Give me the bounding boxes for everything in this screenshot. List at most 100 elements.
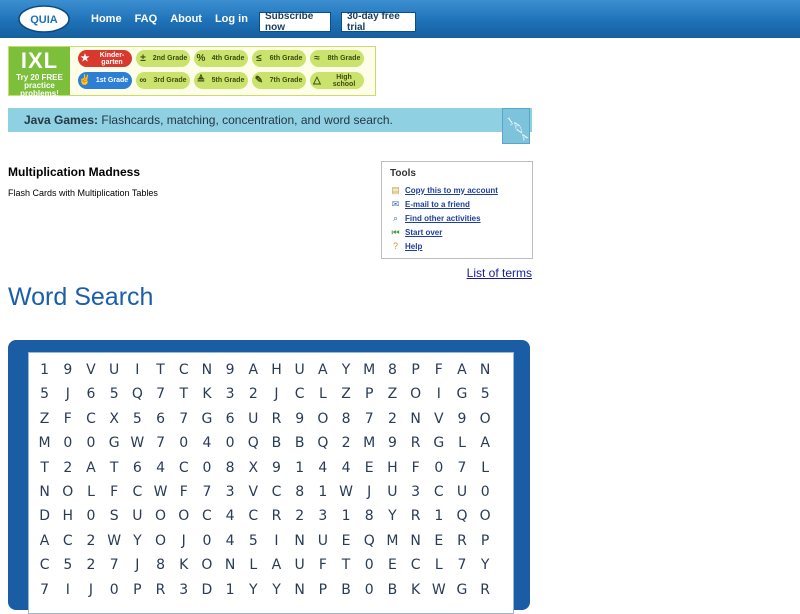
grid-cell[interactable]: R: [149, 578, 172, 602]
grid-cell[interactable]: N: [33, 480, 56, 504]
grid-cell[interactable]: P: [474, 529, 497, 553]
grid-cell[interactable]: X: [103, 407, 126, 431]
grid-cell[interactable]: 4: [219, 529, 242, 553]
grid-cell[interactable]: J: [358, 480, 381, 504]
grid-cell[interactable]: 7: [450, 553, 473, 577]
grid-cell[interactable]: 7: [450, 456, 473, 480]
grid-cell[interactable]: 5: [242, 529, 265, 553]
grid-cell[interactable]: H: [56, 504, 79, 528]
grid-cell[interactable]: 0: [79, 504, 102, 528]
grid-cell[interactable]: R: [265, 504, 288, 528]
grid-cell[interactable]: U: [311, 529, 334, 553]
grid-cell[interactable]: 3: [404, 480, 427, 504]
grid-cell[interactable]: W: [334, 480, 357, 504]
grid-cell[interactable]: 9: [265, 456, 288, 480]
grid-cell[interactable]: Q: [126, 382, 149, 406]
grid-cell[interactable]: I: [265, 529, 288, 553]
grid-cell[interactable]: R: [265, 407, 288, 431]
grid-cell[interactable]: 1: [33, 358, 56, 382]
grid-cell[interactable]: L: [79, 480, 102, 504]
grid-cell[interactable]: P: [126, 578, 149, 602]
grid-cell[interactable]: 8: [219, 456, 242, 480]
grid-cell[interactable]: J: [172, 529, 195, 553]
tool-link[interactable]: Find other activities: [405, 214, 481, 223]
grid-cell[interactable]: 3: [219, 480, 242, 504]
grid-cell[interactable]: B: [381, 578, 404, 602]
grid-cell[interactable]: O: [404, 382, 427, 406]
grid-cell[interactable]: Y: [242, 578, 265, 602]
grid-cell[interactable]: 3: [219, 382, 242, 406]
grade-pill-4[interactable]: % 4th Grade: [194, 50, 248, 67]
grid-cell[interactable]: 5: [103, 382, 126, 406]
grid-cell[interactable]: Y: [265, 578, 288, 602]
grid-cell[interactable]: 8: [288, 480, 311, 504]
grid-cell[interactable]: M: [381, 529, 404, 553]
grid-cell[interactable]: 7: [33, 578, 56, 602]
grid-cell[interactable]: N: [288, 578, 311, 602]
grid-cell[interactable]: 6: [126, 456, 149, 480]
grid-cell[interactable]: T: [334, 553, 357, 577]
grid-cell[interactable]: P: [404, 358, 427, 382]
grid-cell[interactable]: W: [126, 431, 149, 455]
grade-pill-2[interactable]: ±2nd Grade: [136, 50, 190, 67]
grid-cell[interactable]: K: [172, 553, 195, 577]
grid-cell[interactable]: 4: [334, 456, 357, 480]
grid-cell[interactable]: 0: [358, 578, 381, 602]
grid-cell[interactable]: 2: [288, 504, 311, 528]
grid-cell[interactable]: N: [219, 553, 242, 577]
grid-cell[interactable]: 4: [219, 504, 242, 528]
grid-cell[interactable]: T: [103, 456, 126, 480]
grid-cell[interactable]: Y: [381, 504, 404, 528]
grid-cell[interactable]: 9: [288, 407, 311, 431]
grid-cell[interactable]: 7: [195, 480, 218, 504]
grid-cell[interactable]: G: [450, 578, 473, 602]
grid-cell[interactable]: F: [404, 456, 427, 480]
tool-item[interactable]: ▤ Copy this to my account: [390, 184, 498, 196]
grid-cell[interactable]: E: [334, 529, 357, 553]
grid-cell[interactable]: A: [474, 431, 497, 455]
grid-cell[interactable]: N: [404, 529, 427, 553]
grade-pill-5[interactable]: ≜ 5th Grade: [194, 72, 248, 89]
tool-link[interactable]: Copy this to my account: [405, 186, 498, 195]
grid-cell[interactable]: 8: [358, 504, 381, 528]
grid-cell[interactable]: 0: [195, 456, 218, 480]
grid-cell[interactable]: 1: [311, 480, 334, 504]
grid-cell[interactable]: 0: [219, 431, 242, 455]
ixl-logo[interactable]: IXL Try 20 FREE practice problems!: [9, 47, 70, 98]
list-of-terms-link[interactable]: List of terms: [467, 266, 532, 280]
grid-cell[interactable]: D: [33, 504, 56, 528]
grid-cell[interactable]: F: [56, 407, 79, 431]
grid-cell[interactable]: U: [126, 504, 149, 528]
grid-cell[interactable]: Q: [358, 529, 381, 553]
grid-cell[interactable]: 1: [427, 504, 450, 528]
grid-cell[interactable]: N: [404, 407, 427, 431]
grid-cell[interactable]: 4: [149, 456, 172, 480]
grid-cell[interactable]: U: [242, 407, 265, 431]
grid-cell[interactable]: B: [334, 578, 357, 602]
grid-cell[interactable]: A: [265, 553, 288, 577]
grid-cell[interactable]: 0: [56, 431, 79, 455]
grade-pill-3[interactable]: ∞ 3rd Grade: [136, 72, 190, 89]
grid-cell[interactable]: 0: [427, 456, 450, 480]
grid-cell[interactable]: E: [358, 456, 381, 480]
grid-cell[interactable]: U: [450, 480, 473, 504]
grid-cell[interactable]: O: [474, 504, 497, 528]
tool-link[interactable]: Help: [405, 242, 422, 251]
grid-cell[interactable]: 0: [103, 578, 126, 602]
grid-cell[interactable]: J: [126, 553, 149, 577]
grid-cell[interactable]: 9: [450, 407, 473, 431]
grid-cell[interactable]: C: [242, 504, 265, 528]
grid-cell[interactable]: C: [33, 553, 56, 577]
grid-cell[interactable]: W: [149, 480, 172, 504]
grid-cell[interactable]: A: [450, 358, 473, 382]
grid-cell[interactable]: O: [56, 480, 79, 504]
grid-cell[interactable]: U: [288, 553, 311, 577]
grid-cell[interactable]: 0: [172, 431, 195, 455]
grid-cell[interactable]: T: [149, 358, 172, 382]
grade-pill-1[interactable]: ✌ 1st Grade: [78, 72, 132, 89]
grid-cell[interactable]: Z: [381, 382, 404, 406]
grid-cell[interactable]: W: [427, 578, 450, 602]
grid-cell[interactable]: J: [79, 578, 102, 602]
grid-cell[interactable]: 0: [79, 431, 102, 455]
grid-cell[interactable]: Y: [474, 553, 497, 577]
